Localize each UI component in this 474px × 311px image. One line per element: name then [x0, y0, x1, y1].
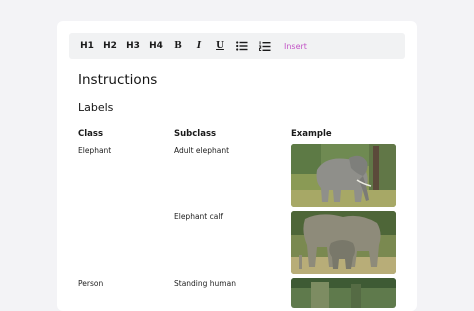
row3-subclass: Standing human — [174, 279, 236, 288]
underline-button[interactable]: U — [213, 37, 227, 55]
page-title: Instructions — [78, 72, 158, 88]
bold-button[interactable]: B — [171, 37, 185, 55]
row1-subclass: Adult elephant — [174, 146, 230, 155]
column-header-subclass: Subclass — [174, 129, 217, 139]
standing-human-photo — [291, 278, 396, 308]
italic-button[interactable]: I — [192, 37, 206, 55]
row2-subclass: Elephant calf — [174, 212, 224, 221]
editor-card: H1 H2 H3 H4 B I U Insert Instructions La… — [57, 21, 417, 311]
bulleted-list-button[interactable] — [234, 37, 250, 55]
section-heading: Labels — [78, 101, 114, 114]
heading2-button[interactable]: H2 — [102, 37, 118, 55]
insert-button[interactable]: Insert — [284, 37, 307, 55]
numbered-list-icon — [259, 40, 271, 51]
heading4-button[interactable]: H4 — [148, 37, 164, 55]
elephant-calf-photo — [291, 211, 396, 274]
formatting-toolbar: H1 H2 H3 H4 B I U Insert — [69, 33, 405, 59]
bulleted-list-icon — [236, 41, 248, 51]
row1-class: Elephant — [78, 146, 112, 155]
heading3-button[interactable]: H3 — [125, 37, 141, 55]
numbered-list-button[interactable] — [257, 37, 273, 55]
adult-elephant-photo — [291, 144, 396, 207]
column-header-example: Example — [291, 129, 332, 139]
heading1-button[interactable]: H1 — [79, 37, 95, 55]
row3-class: Person — [78, 279, 104, 288]
column-header-class: Class — [78, 129, 104, 139]
